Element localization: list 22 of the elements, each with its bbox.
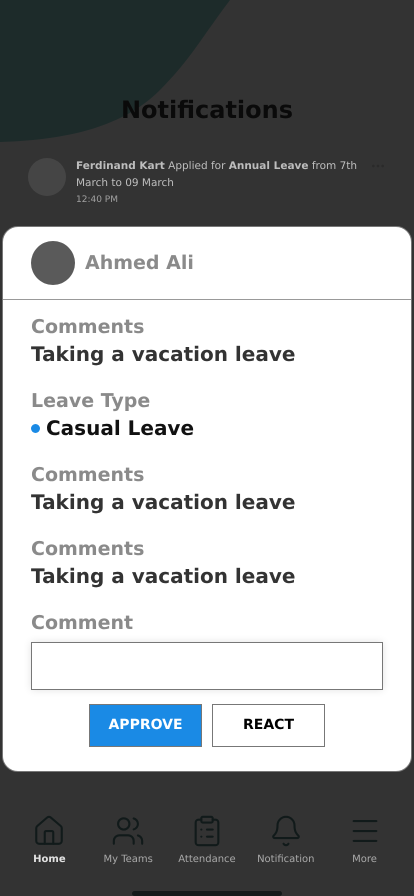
approve-button[interactable]: APPROVE (89, 704, 202, 747)
nav-tab[interactable]: More (326, 814, 403, 867)
nav-tab[interactable]: Notification (248, 814, 324, 867)
notification-time: 12:40 PM (76, 194, 119, 207)
field-value: Casual Leave (46, 415, 194, 442)
nav-tab[interactable]: Home (11, 814, 88, 867)
field-value: Taking a vacation leave (31, 563, 296, 590)
react-button[interactable]: REACT (212, 704, 325, 747)
notification-text: Ferdinand Kart Applied for Annual Leave from 7th March to 09 March (76, 159, 358, 191)
comment-field[interactable] (31, 642, 383, 690)
field-label: Comments (31, 315, 146, 340)
field-label: Comment (31, 611, 134, 636)
nav-tab[interactable]: Attendance (168, 814, 245, 867)
avatar (31, 241, 75, 285)
field-value: Taking a vacation leave (31, 341, 296, 368)
field-label: Leave Type (31, 389, 152, 414)
user-name: Ahmed Ali (85, 250, 194, 276)
nav-tab[interactable]: My Teams (90, 814, 166, 867)
field-label: Comments (31, 463, 146, 488)
people-icon (111, 814, 146, 848)
field-value: Taking a vacation leave (31, 489, 296, 516)
field-label: Comments (31, 537, 146, 562)
